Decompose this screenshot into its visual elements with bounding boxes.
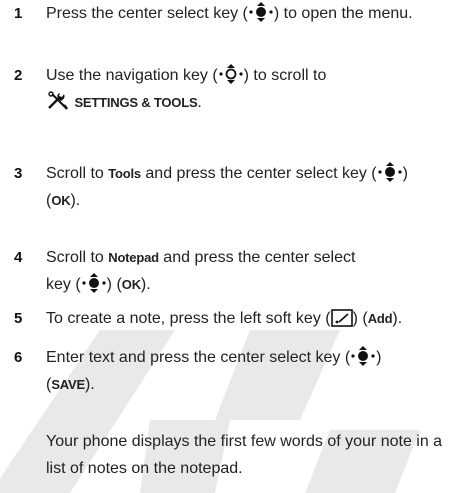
center-select-key-icon: [351, 346, 375, 366]
center-select-key-icon: [249, 2, 273, 22]
step-text: Press the center select key () to open t…: [46, 0, 458, 27]
step-text: To create a note, press the left soft ke…: [46, 309, 403, 327]
step-text: Scroll to Notepad and press the center s…: [46, 249, 356, 293]
navigation-key-icon: [219, 64, 243, 84]
step-number: 5: [14, 310, 23, 327]
step-number: 6: [14, 349, 23, 366]
left-soft-key-icon: [330, 309, 353, 327]
step-number: 2: [14, 67, 23, 84]
menu-name: SETTINGS & TOOLS: [74, 95, 198, 110]
step-text: Scroll to Tools and press the center sel…: [46, 160, 458, 214]
center-select-key-icon: [82, 273, 106, 293]
settings-tools-icon: [48, 91, 69, 110]
result-note: Your phone displays the first few words …: [46, 433, 443, 477]
step-number: 3: [14, 165, 23, 182]
step-text: Enter text and press the center select k…: [46, 344, 458, 398]
step-number: 1: [14, 5, 23, 22]
step-text: Use the navigation key () to scroll to S…: [46, 62, 458, 116]
center-select-key-icon: [378, 162, 402, 182]
step-number: 4: [14, 249, 23, 266]
